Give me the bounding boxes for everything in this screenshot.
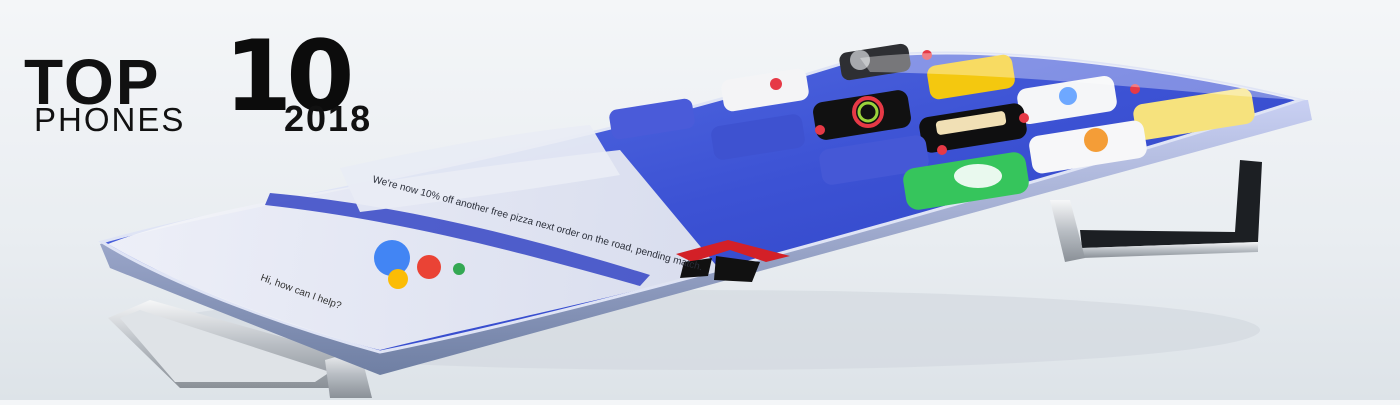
assistant-dot-red <box>417 255 441 279</box>
title-block: TOP 10 PHONES 2018 <box>24 28 444 144</box>
badge-4 <box>815 125 825 135</box>
badge-5 <box>937 145 947 155</box>
badge-3 <box>1019 113 1029 123</box>
assistant-dot-yellow <box>388 269 408 289</box>
assistant-dot-green <box>453 263 465 275</box>
title-year: 2018 <box>284 98 373 139</box>
scene: We're now 10% off another free pizza nex… <box>0 0 1400 400</box>
title-subtitle: PHONES <box>34 101 186 138</box>
assistant-dot-blue <box>374 240 410 276</box>
